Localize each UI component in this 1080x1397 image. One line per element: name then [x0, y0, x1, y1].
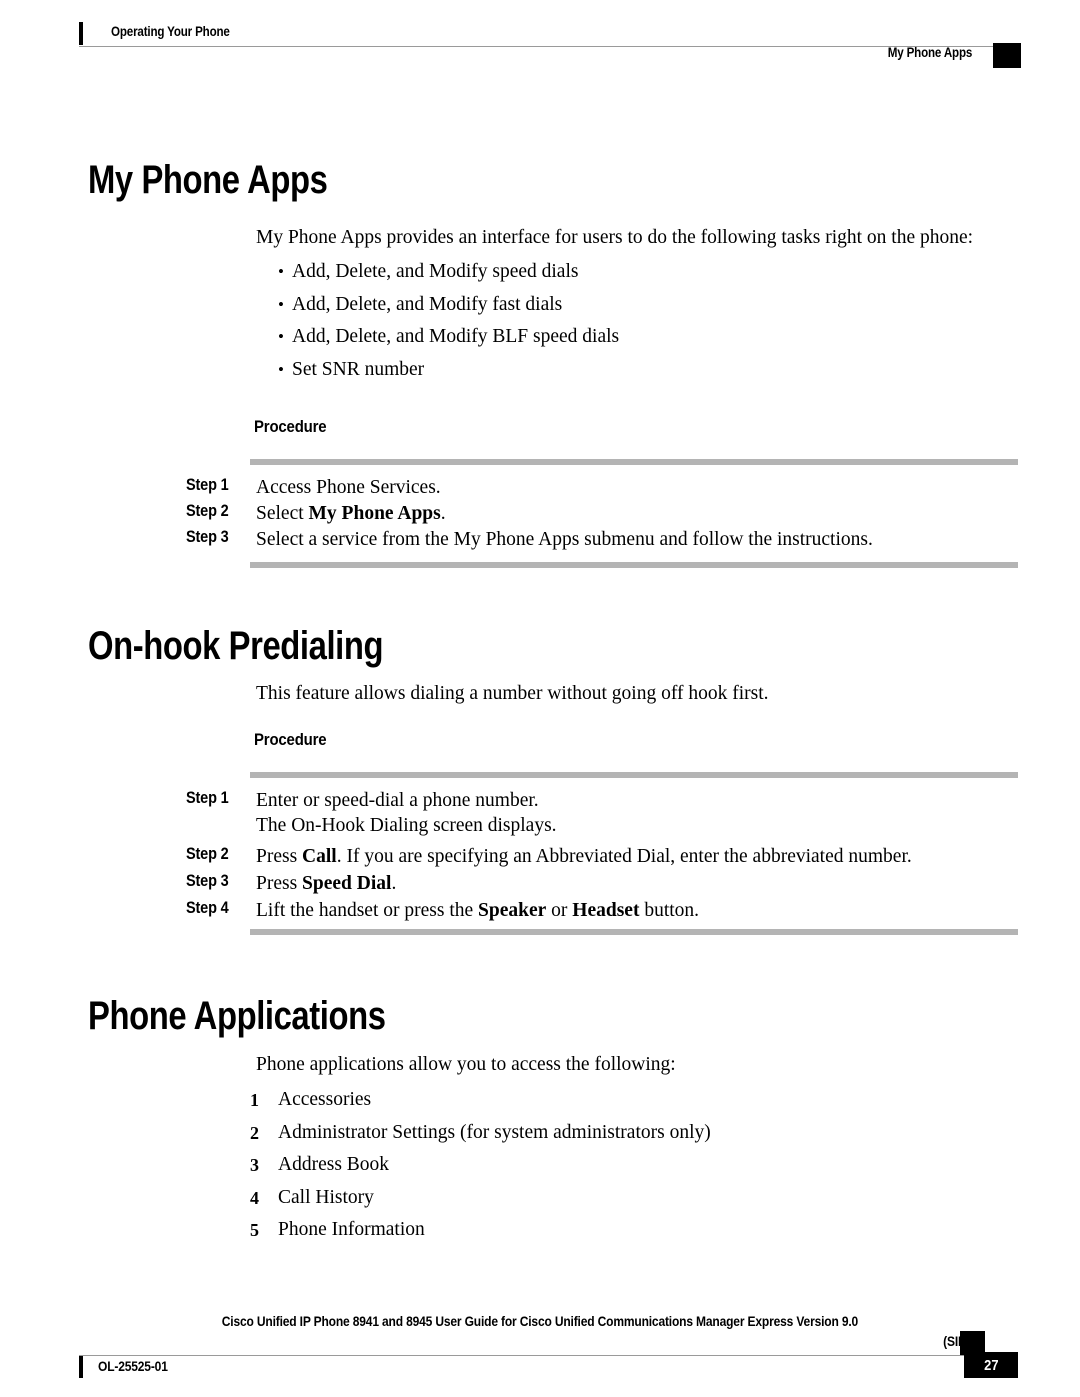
procedure-heading-1: Procedure: [254, 417, 327, 436]
step-label: Step 3: [186, 528, 229, 546]
footer-guide-title: Cisco Unified IP Phone 8941 and 8945 Use…: [221, 1313, 859, 1329]
list-item-number: 1: [250, 1090, 259, 1110]
footer-divider-rule: [79, 1355, 969, 1356]
step-label: Step 3: [186, 872, 229, 890]
step-text: Access Phone Services.: [256, 477, 441, 498]
footer-document-id: OL-25525-01: [98, 1358, 168, 1374]
step-label: Step 1: [186, 476, 229, 494]
step-text: Select a service from the My Phone Apps …: [256, 529, 873, 550]
step-label: Step 1: [186, 789, 229, 807]
page-title-my-phone-apps: My Phone Apps: [88, 158, 328, 202]
procedure-rule-top-2: [250, 772, 1018, 778]
list-item: Add, Delete, and Modify fast dials: [278, 289, 619, 322]
header-black-marker: [993, 43, 1021, 68]
step-text: Press Speed Dial.: [256, 873, 397, 894]
document-page: Operating Your Phone My Phone Apps My Ph…: [0, 0, 1080, 1397]
procedure-heading-2: Procedure: [254, 730, 327, 749]
header-tick-mark: [79, 22, 83, 45]
running-header: Operating Your Phone My Phone Apps: [0, 0, 1080, 80]
footer-page-number: 27: [964, 1352, 1018, 1378]
list-item: 3 Address Book: [250, 1149, 711, 1182]
list-item-number: 3: [250, 1155, 259, 1175]
list-item-number: 4: [250, 1187, 259, 1208]
intro-text-phone-applications: Phone applications allow you to access t…: [256, 1054, 676, 1075]
list-item-label: Administrator Settings (for system admin…: [278, 1121, 711, 1143]
step-label: Step 4: [186, 899, 229, 917]
procedure-rule-top-1: [250, 459, 1018, 465]
step-text: Lift the handset or press the Speaker or…: [256, 900, 700, 921]
step-text: Enter or speed-dial a phone number. The O…: [256, 790, 557, 836]
list-item: Set SNR number: [278, 354, 619, 387]
step-label: Step 2: [186, 502, 229, 520]
header-section-title: My Phone Apps: [887, 45, 973, 60]
procedure-rule-bottom-1: [250, 562, 1018, 568]
footer-tick-mark: [79, 1356, 83, 1378]
page-title-phone-applications: Phone Applications: [88, 994, 386, 1038]
list-item-number: 5: [250, 1220, 259, 1240]
footer-protocol-label: (SIP): [943, 1333, 970, 1349]
header-chapter-title: Operating Your Phone: [111, 24, 230, 39]
list-item-number: 2: [250, 1122, 259, 1143]
page-title-on-hook-predialing: On-hook Predialing: [88, 624, 384, 668]
feature-bullet-list: Add, Delete, and Modify speed dials Add,…: [278, 256, 619, 386]
header-divider-rule: [79, 46, 1018, 47]
intro-text-my-phone-apps: My Phone Apps provides an interface for …: [256, 227, 974, 248]
list-item-label: Phone Information: [278, 1219, 425, 1240]
step-label: Step 2: [186, 845, 229, 863]
step-text: Press Call. If you are specifying an Abb…: [256, 846, 912, 867]
phone-applications-numbered-list: 1 Accessories 2 Administrator Settings (…: [250, 1084, 711, 1247]
list-item: 4 Call History: [250, 1182, 711, 1215]
list-item-label: Accessories: [278, 1089, 372, 1110]
list-item-label: Address Book: [278, 1154, 390, 1175]
step-text: Select My Phone Apps.: [256, 503, 446, 524]
intro-text-on-hook-predialing: This feature allows dialing a number wit…: [256, 683, 769, 704]
procedure-rule-bottom-2: [250, 929, 1018, 935]
list-item: Add, Delete, and Modify BLF speed dials: [278, 321, 619, 354]
list-item: Add, Delete, and Modify speed dials: [278, 256, 619, 289]
list-item: 1 Accessories: [250, 1084, 711, 1117]
list-item: 2 Administrator Settings (for system adm…: [250, 1117, 711, 1150]
list-item-label: Call History: [278, 1186, 374, 1208]
list-item: 5 Phone Information: [250, 1214, 711, 1247]
